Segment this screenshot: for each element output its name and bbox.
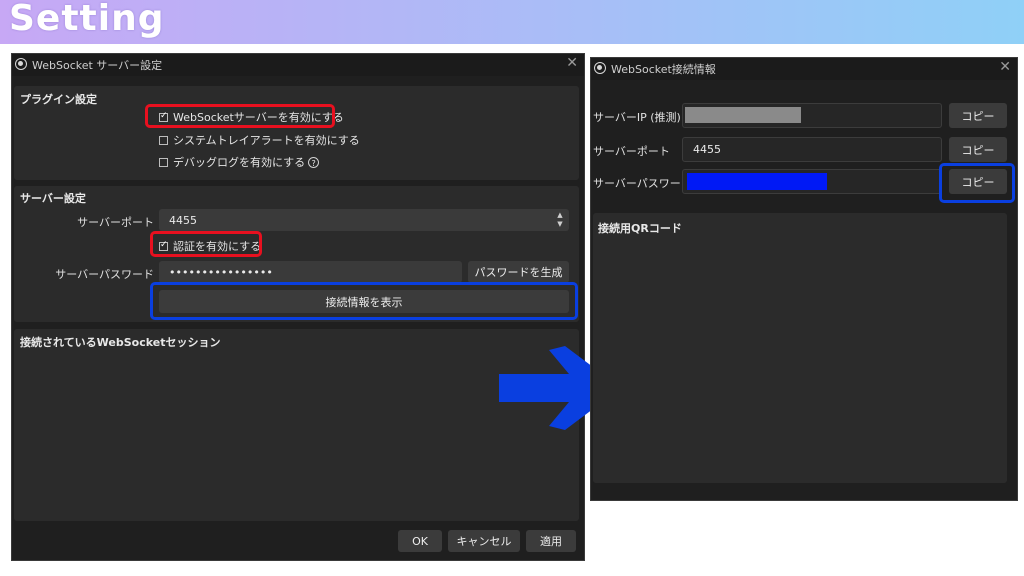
banner-title: Setting xyxy=(9,0,165,39)
server-port-value: 4455 xyxy=(169,213,197,227)
info-port-field[interactable]: 4455 xyxy=(682,137,942,162)
highlight-show-info xyxy=(150,282,578,320)
obs-logo-icon xyxy=(15,58,27,70)
info-titlebar: WebSocket接続情報 ✕ xyxy=(591,58,1017,80)
server-ip-field[interactable] xyxy=(682,103,942,128)
cancel-button[interactable]: キャンセル xyxy=(448,530,520,552)
server-password-value: •••••••••••••••• xyxy=(169,265,273,279)
server-password-input[interactable]: •••••••••••••••• xyxy=(159,261,462,283)
copy-port-button[interactable]: コピー xyxy=(949,137,1007,162)
obs-logo-icon xyxy=(594,62,606,74)
server-settings-label: サーバー設定 xyxy=(20,192,86,205)
highlight-enable-auth xyxy=(150,231,262,257)
system-tray-checkbox[interactable]: システムトレイアラートを有効にする xyxy=(159,132,360,148)
server-port-label: サーバーポート xyxy=(77,216,154,229)
ok-button[interactable]: OK xyxy=(398,530,442,552)
highlight-copy-password xyxy=(939,163,1015,203)
sessions-group: 接続されているWebSocketセッション xyxy=(14,329,579,521)
checkbox-unchecked-icon xyxy=(159,135,168,145)
checkbox-unchecked-icon xyxy=(159,157,168,167)
system-tray-label: システムトレイアラートを有効にする xyxy=(173,134,360,147)
debug-log-checkbox[interactable]: デバッグログを有効にする ? xyxy=(159,154,320,170)
server-ip-label: サーバーIP (推測) xyxy=(593,111,681,124)
port-spinner-icon[interactable]: ▲ ▼ xyxy=(554,211,566,229)
copy-ip-button[interactable]: コピー xyxy=(949,103,1007,128)
plugin-settings-group: プラグイン設定 WebSocketサーバーを有効にする システムトレイアラートを… xyxy=(14,86,579,180)
sessions-label: 接続されているWebSocketセッション xyxy=(20,336,221,349)
close-icon[interactable]: ✕ xyxy=(566,55,578,71)
info-port-label: サーバーポート xyxy=(593,145,670,158)
connection-info-window: WebSocket接続情報 ✕ サーバーIP (推測) コピー サーバーポート … xyxy=(590,57,1018,501)
qr-code-label: 接続用QRコード xyxy=(598,222,682,235)
server-port-input[interactable]: 4455 ▲ ▼ xyxy=(159,209,569,231)
generate-password-button[interactable]: パスワードを生成 xyxy=(468,261,569,283)
settings-titlebar: WebSocket サーバー設定 ✕ xyxy=(12,54,584,76)
settings-window-title: WebSocket サーバー設定 xyxy=(32,59,163,72)
apply-button[interactable]: 適用 xyxy=(526,530,576,552)
redacted-password-box xyxy=(687,173,827,190)
info-password-field[interactable] xyxy=(682,169,942,194)
close-icon[interactable]: ✕ xyxy=(999,59,1011,75)
highlight-enable-server xyxy=(145,104,335,128)
debug-log-label: デバッグログを有効にする xyxy=(173,156,306,169)
info-password-label: サーバーパスワード xyxy=(593,177,692,190)
info-port-value: 4455 xyxy=(693,143,721,156)
redacted-ip-box xyxy=(685,107,801,123)
qr-code-group: 接続用QRコード xyxy=(593,213,1007,483)
banner: Setting xyxy=(0,0,1024,44)
plugin-settings-label: プラグイン設定 xyxy=(20,93,97,106)
help-icon[interactable]: ? xyxy=(308,156,320,168)
info-window-title: WebSocket接続情報 xyxy=(611,63,716,76)
server-password-label: サーバーパスワード xyxy=(55,268,154,281)
